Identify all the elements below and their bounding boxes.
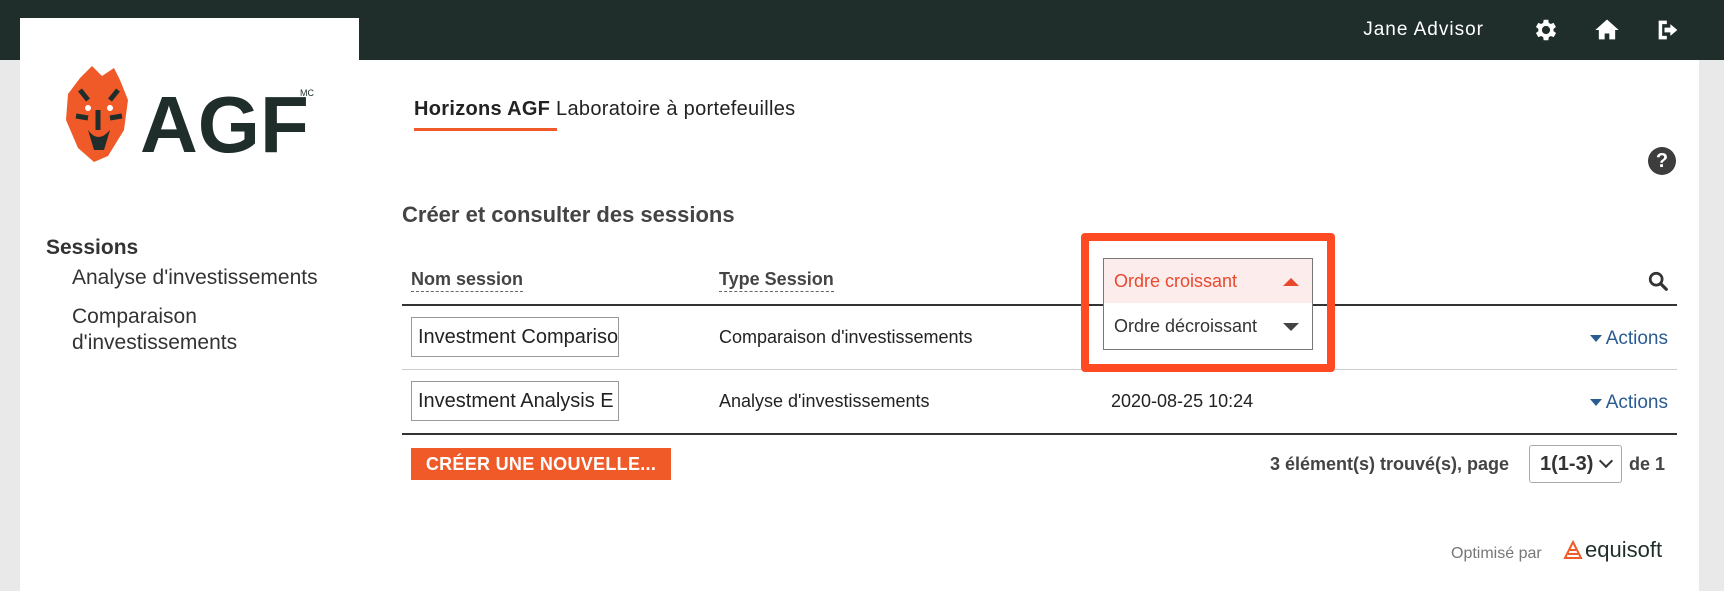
app-title-underline (414, 128, 557, 131)
gear-icon[interactable] (1532, 16, 1560, 44)
column-header-type[interactable]: Type Session (719, 269, 834, 292)
sidebar-item-comparaison[interactable]: Comparaison d'investissements (72, 304, 332, 356)
table-header-rule (402, 304, 1677, 306)
home-icon[interactable] (1593, 16, 1621, 44)
page-select[interactable]: 1(1-3) (1529, 445, 1622, 483)
svg-text:AGF: AGF (140, 80, 309, 169)
equisoft-logo[interactable]: equisoft (1563, 536, 1678, 566)
session-name-input[interactable]: Investment Comparison (411, 317, 619, 357)
help-icon[interactable]: ? (1648, 147, 1676, 175)
table-footer-rule (402, 433, 1677, 435)
chevron-down-icon (1598, 453, 1614, 469)
actions-button[interactable]: Actions (1589, 392, 1668, 414)
section-title: Créer et consulter des sessions (402, 202, 735, 227)
caret-down-icon (1283, 323, 1299, 331)
app-title-rest: Laboratoire à portefeuilles (550, 98, 796, 120)
sidebar-title: Sessions (46, 236, 139, 259)
session-date: 2020-08-25 10:24 (1111, 391, 1254, 411)
tiger-logo-icon (66, 66, 128, 162)
app-title: Horizons AGF Laboratoire à portefeuilles (414, 98, 795, 121)
actions-button[interactable]: Actions (1589, 328, 1668, 350)
column-header-name[interactable]: Nom session (411, 269, 524, 292)
caret-down-icon (1589, 335, 1602, 343)
session-name-input[interactable]: Investment Analysis E (411, 381, 619, 421)
sidebar: AGF MC Sessions Analyse d'investissement… (20, 18, 359, 591)
results-count: 3 élément(s) trouvé(s), page (1270, 454, 1510, 474)
sort-order-dropdown[interactable]: Ordre croissant Ordre décroissant (1103, 258, 1313, 350)
search-icon[interactable] (1647, 270, 1669, 292)
caret-down-icon (1589, 399, 1602, 407)
user-name[interactable]: Jane Advisor (1363, 19, 1484, 41)
sidebar-item-analyse[interactable]: Analyse d'investissements (72, 265, 318, 291)
sort-option-ascending[interactable]: Ordre croissant (1104, 259, 1312, 303)
session-type: Analyse d'investissements (719, 391, 930, 411)
session-type: Comparaison d'investissements (719, 327, 973, 347)
svg-text:MC: MC (300, 88, 314, 98)
logout-icon[interactable] (1654, 16, 1682, 44)
page-total: de 1 (1629, 454, 1666, 474)
app-title-brand: Horizons AGF (414, 98, 551, 120)
svg-text:equisoft: equisoft (1585, 537, 1662, 562)
create-session-button[interactable]: CRÉER UNE NOUVELLE... (411, 448, 671, 480)
optimized-by-label: Optimisé par (1451, 545, 1542, 562)
agf-logo: AGF MC (66, 66, 314, 169)
caret-up-icon (1283, 278, 1299, 286)
sort-option-descending[interactable]: Ordre décroissant (1104, 304, 1312, 348)
row-divider (402, 369, 1677, 370)
